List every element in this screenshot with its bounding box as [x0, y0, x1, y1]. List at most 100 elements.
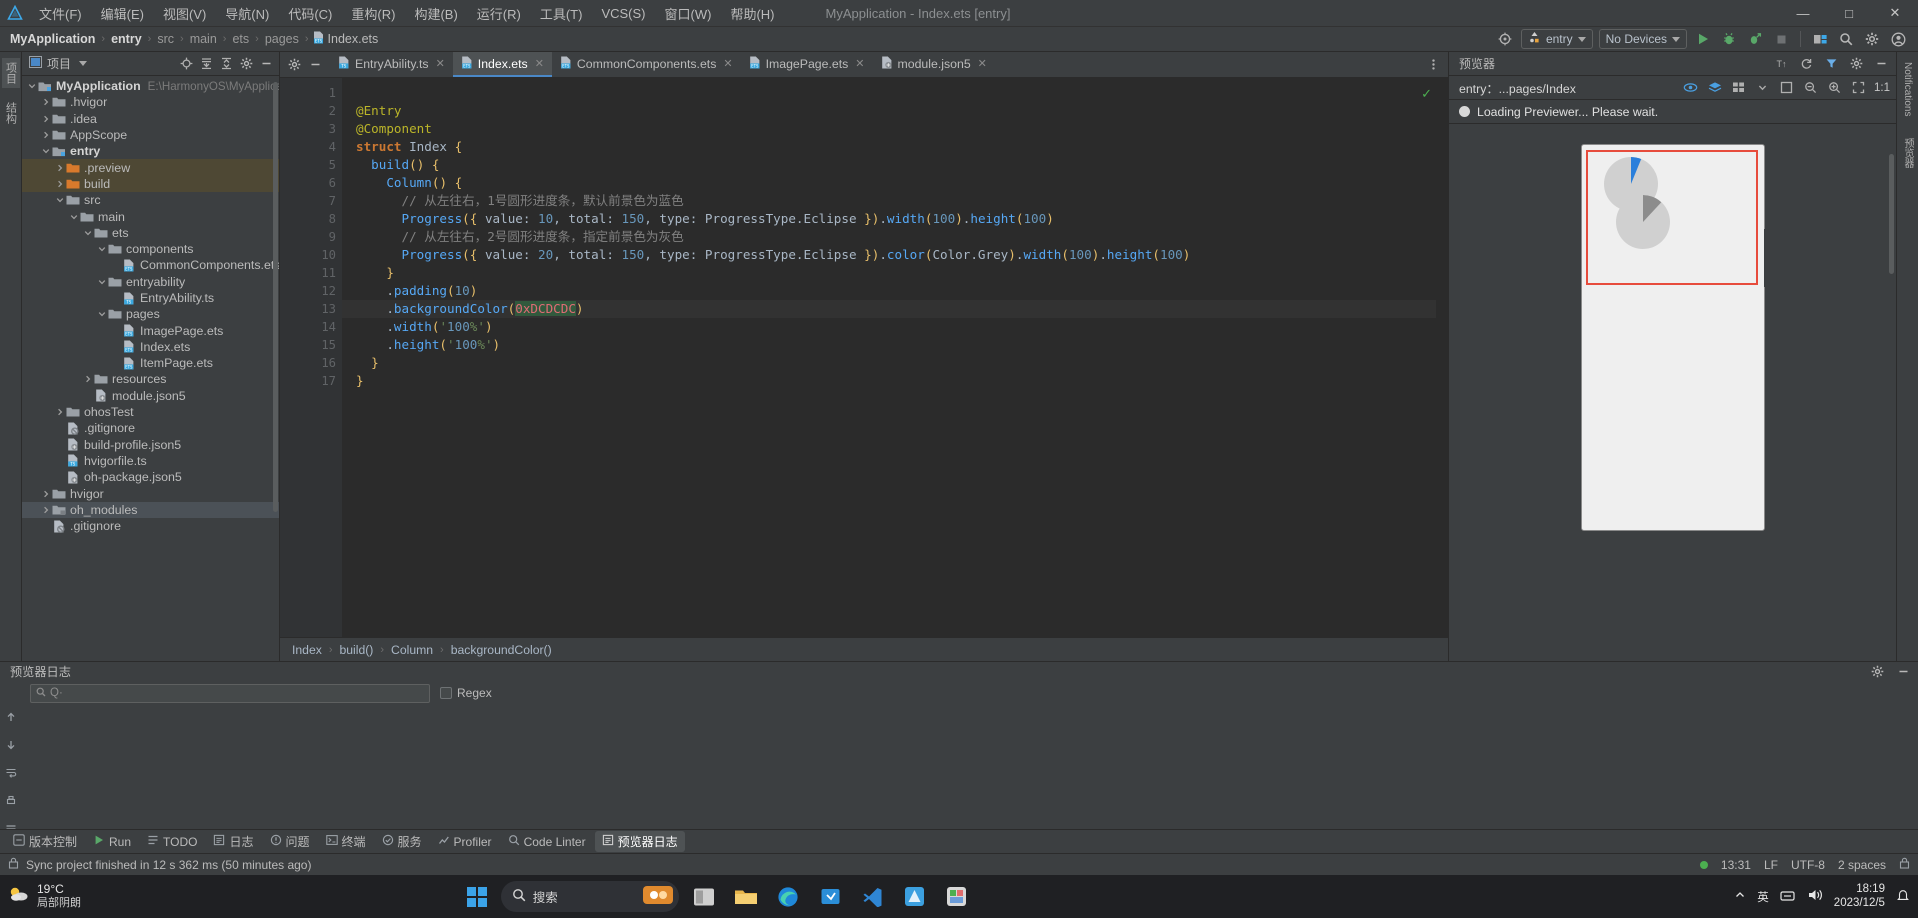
tree-item-build-profile-json5[interactable]: build-profile.json5	[22, 437, 279, 453]
chevron-right-icon[interactable]	[54, 164, 65, 172]
tool-window--[interactable]: 终端	[319, 831, 373, 852]
previewer-scrollbar[interactable]	[1889, 154, 1894, 274]
indent-indicator[interactable]: 2 spaces	[1838, 858, 1886, 872]
editor-gutter[interactable]: 1 2 3 4 5 6 7 8 9 10 11 12 13 14 15 16 17	[280, 78, 362, 637]
chevron-down-icon[interactable]	[96, 310, 107, 318]
code-line[interactable]: @Entry	[342, 102, 1448, 120]
hide-panel-icon[interactable]	[1895, 663, 1912, 680]
search-icon[interactable]	[1836, 29, 1856, 49]
taskbar-edge-icon[interactable]	[772, 880, 805, 913]
code-line[interactable]: @Component	[342, 120, 1448, 138]
editor-tab-entryability-ts[interactable]: TS EntryAbility.ts ✕	[330, 52, 453, 77]
attach-debugger-icon[interactable]	[1745, 29, 1765, 49]
close-button[interactable]: ✕	[1872, 0, 1918, 27]
tree-item-hvigorfile-ts[interactable]: TS hvigorfile.ts	[22, 453, 279, 469]
tree-scrollbar[interactable]	[273, 82, 278, 512]
tree-item-ohostest[interactable]: ohosTest	[22, 404, 279, 420]
editor-tab-commoncomponents-ets[interactable]: ETS CommonComponents.ets ✕	[552, 52, 741, 77]
menu-run[interactable]: 运行(R)	[468, 1, 530, 26]
collapse-all-icon[interactable]	[218, 55, 235, 72]
ime-indicator[interactable]: 英	[1757, 889, 1769, 905]
fit-screen-icon[interactable]	[1850, 79, 1867, 96]
chevron-down-icon[interactable]	[96, 278, 107, 286]
tree-item-src[interactable]: src	[22, 192, 279, 208]
chevron-down-icon[interactable]	[1754, 79, 1771, 96]
chevron-down-icon[interactable]	[54, 196, 65, 204]
minimize-button[interactable]: —	[1780, 0, 1826, 27]
code-line[interactable]: build() {	[342, 156, 1448, 174]
run-icon[interactable]	[1693, 29, 1713, 49]
zoom-in-icon[interactable]	[1826, 79, 1843, 96]
menu-tools[interactable]: 工具(T)	[531, 1, 592, 26]
code-line[interactable]: .width('100%')	[342, 318, 1448, 336]
code-line[interactable]: // 从左往右，2号圆形进度条，指定前景色为灰色	[342, 228, 1448, 246]
target-icon[interactable]	[1495, 29, 1515, 49]
close-icon[interactable]: ✕	[723, 57, 732, 70]
frame-icon[interactable]	[1778, 79, 1795, 96]
code-line[interactable]	[342, 84, 1448, 102]
tree-item-itempage-ets[interactable]: ETS ItemPage.ets	[22, 355, 279, 371]
breadcrumb-file[interactable]: ETS Index.ets	[313, 31, 378, 47]
menu-build[interactable]: 构建(B)	[405, 1, 466, 26]
tree-item-pages[interactable]: pages	[22, 306, 279, 322]
hide-panel-icon[interactable]	[307, 56, 324, 73]
sidebar-item-previewer[interactable]: 预览器	[1899, 134, 1916, 172]
chevron-right-icon[interactable]	[40, 490, 51, 498]
code-line[interactable]: struct Index {	[342, 138, 1448, 156]
tree-item-myapplication[interactable]: MyApplication E:\HarmonyOS\MyApplicatio	[22, 78, 279, 94]
scroll-down-icon[interactable]	[3, 736, 20, 753]
sidebar-item-notifications[interactable]: Notifications	[1901, 58, 1914, 120]
translate-icon[interactable]: T↑	[1773, 55, 1790, 72]
chevron-down-icon[interactable]	[82, 229, 93, 237]
chevron-down-icon[interactable]	[40, 147, 51, 155]
tool-window-profiler[interactable]: Profiler	[431, 832, 499, 851]
code-line[interactable]: Column() {	[342, 174, 1448, 192]
close-icon[interactable]: ✕	[436, 57, 445, 70]
filter-icon[interactable]	[1823, 55, 1840, 72]
menu-window[interactable]: 窗口(W)	[656, 1, 721, 26]
tree-item-appscope[interactable]: AppScope	[22, 127, 279, 143]
taskbar-deveco-icon[interactable]	[898, 880, 931, 913]
breadcrumb-main[interactable]: main	[188, 32, 219, 46]
tree-item-entry[interactable]: entry	[22, 143, 279, 159]
close-icon[interactable]: ✕	[855, 57, 864, 70]
grid-icon[interactable]	[1730, 79, 1747, 96]
tool-window--[interactable]: 预览器日志	[594, 831, 685, 852]
tray-volume-icon[interactable]	[1807, 888, 1823, 905]
project-tree[interactable]: MyApplication E:\HarmonyOS\MyApplicatio .h…	[22, 76, 279, 661]
taskbar-widgets-icon[interactable]	[688, 880, 721, 913]
chevron-down-icon[interactable]	[96, 245, 107, 253]
chevron-right-icon[interactable]	[40, 115, 51, 123]
chevron-right-icon[interactable]	[54, 408, 65, 416]
gear-icon[interactable]	[1862, 29, 1882, 49]
gear-icon[interactable]	[238, 55, 255, 72]
code-line[interactable]: .padding(10)	[342, 282, 1448, 300]
taskbar-search-box[interactable]: 搜索	[500, 881, 679, 912]
tray-network-icon[interactable]	[1780, 888, 1796, 905]
sidebar-item-structure[interactable]: 结构	[2, 98, 20, 128]
chevron-right-icon[interactable]	[40, 98, 51, 106]
menu-vcs[interactable]: VCS(S)	[592, 3, 654, 24]
tree-item-idea[interactable]: .idea	[22, 111, 279, 127]
code-line[interactable]: // 从左往右，1号圆形进度条，默认前景色为蓝色	[342, 192, 1448, 210]
tree-item-gitignore[interactable]: .gitignore	[22, 518, 279, 534]
chevron-right-icon[interactable]	[82, 375, 93, 383]
tree-item-module-json5[interactable]: module.json5	[22, 388, 279, 404]
readonly-lock-icon[interactable]	[1899, 857, 1910, 872]
sidebar-item-project[interactable]: 项目	[1, 58, 20, 88]
regex-checkbox[interactable]: Regex	[440, 686, 492, 700]
debug-icon[interactable]	[1719, 29, 1739, 49]
encoding-indicator[interactable]: UTF-8	[1791, 858, 1825, 872]
locate-icon[interactable]	[178, 55, 195, 72]
breadcrumb-column[interactable]: Column	[391, 643, 433, 657]
breadcrumb-src[interactable]: src	[155, 32, 176, 46]
stop-icon[interactable]	[1771, 29, 1791, 49]
tree-item-main[interactable]: main	[22, 208, 279, 224]
tree-item-commoncomponents-ets[interactable]: ETS CommonComponents.ets	[22, 257, 279, 273]
chevron-right-icon[interactable]	[54, 180, 65, 188]
tool-window-code-linter[interactable]: Code Linter	[501, 832, 593, 851]
tree-item-entryability[interactable]: entryability	[22, 274, 279, 290]
start-button-icon[interactable]	[462, 882, 492, 912]
tree-item-index-ets[interactable]: ETS Index.ets	[22, 339, 279, 355]
tool-window-todo[interactable]: TODO	[140, 832, 204, 851]
